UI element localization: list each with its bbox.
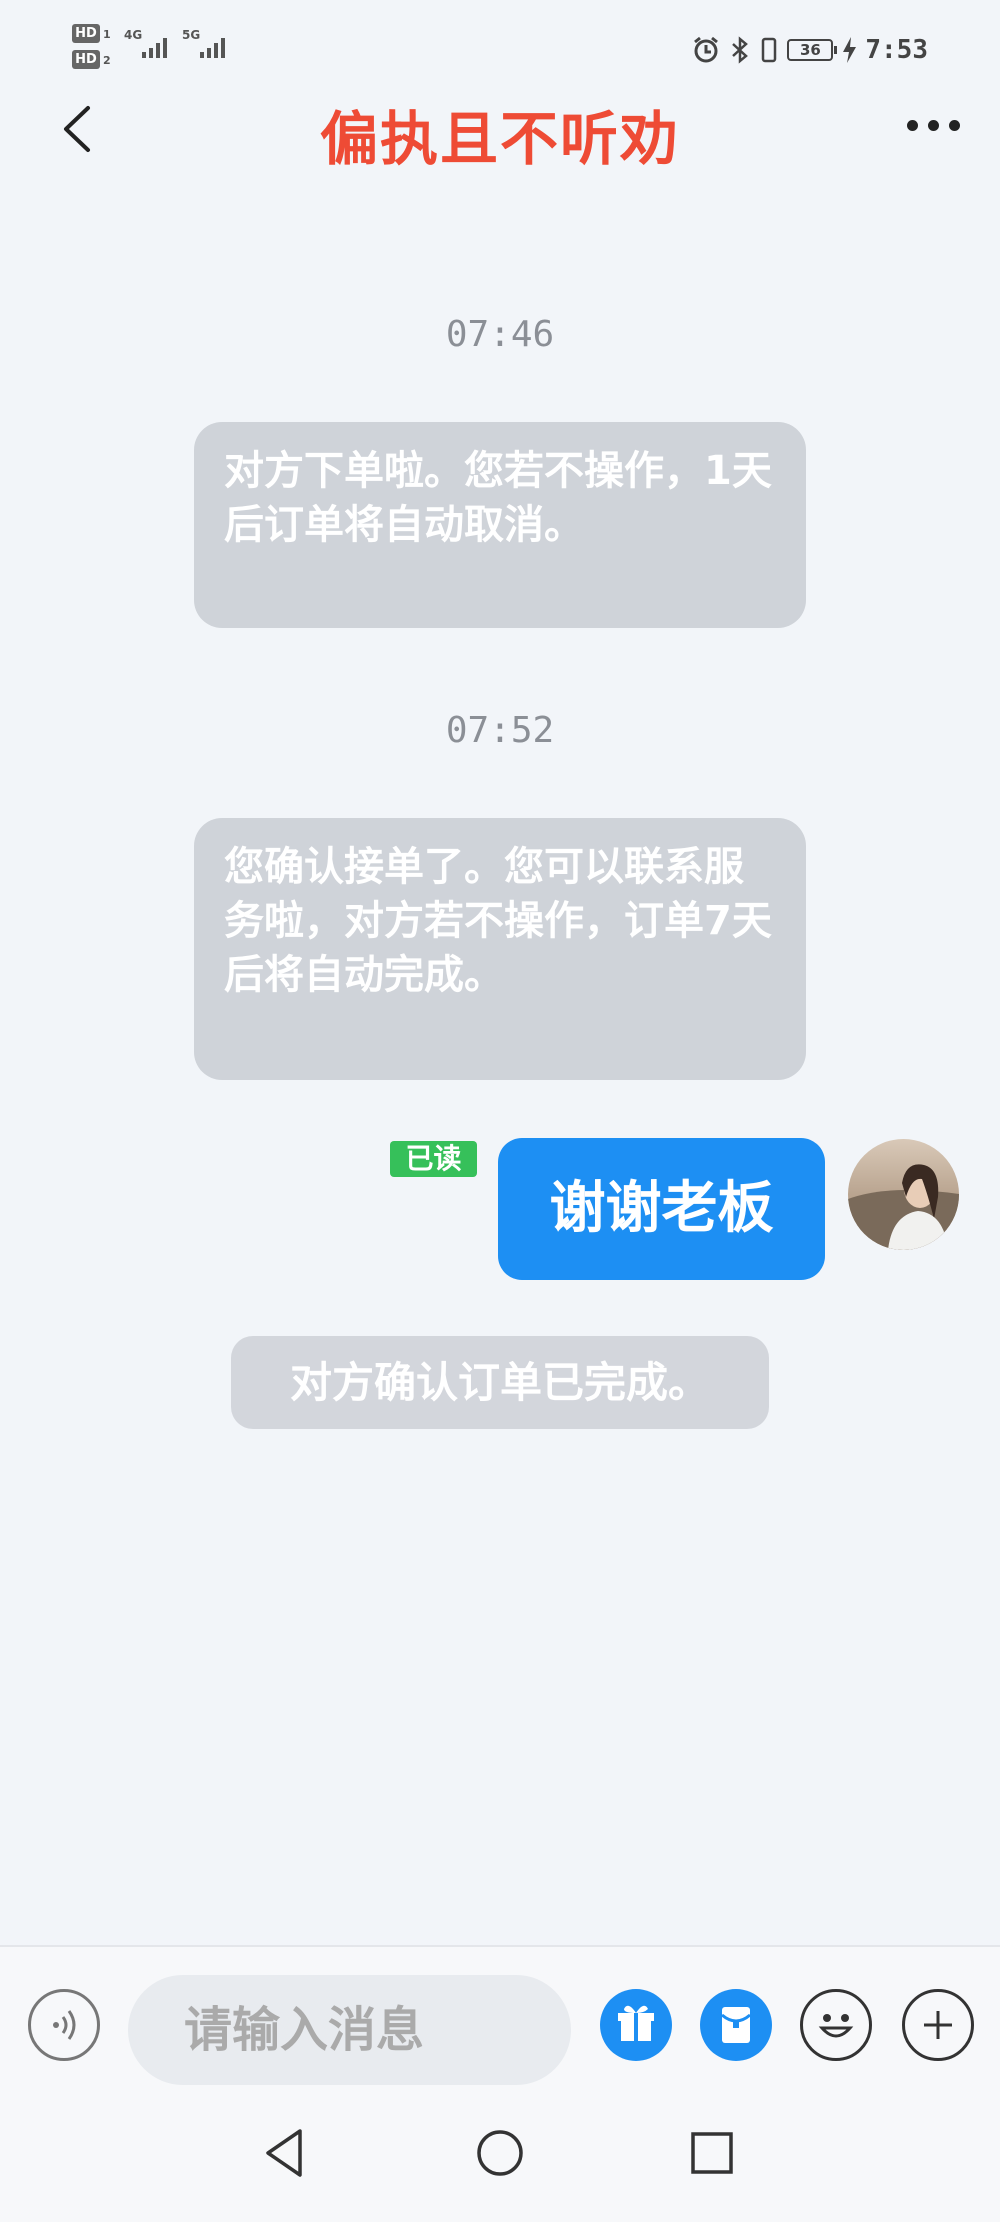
system-message-bubble: 您确认接单了。您可以联系服务啦，对方若不操作，订单7天后将自动完成。 — [194, 818, 806, 1080]
emoji-button[interactable] — [800, 1989, 872, 2061]
alarm-icon — [694, 36, 719, 63]
bluetooth-icon — [732, 36, 749, 64]
message-input[interactable] — [128, 1975, 571, 2085]
vibrate-icon — [762, 37, 777, 63]
voice-button[interactable] — [28, 1989, 100, 2061]
message-timestamp: 07:52 — [445, 710, 555, 751]
signal-bars-icon — [200, 34, 225, 58]
sent-message-bubble[interactable]: 谢谢老板 — [498, 1138, 825, 1280]
square-recents-icon — [691, 2132, 733, 2174]
charging-icon — [843, 37, 857, 63]
chat-header: 偏执且不听劝 — [0, 100, 1000, 230]
more-dots-icon — [949, 120, 960, 131]
system-nav-bar — [0, 2085, 1000, 2222]
red-packet-icon — [721, 2007, 751, 2043]
emoji-icon — [818, 2014, 854, 2038]
signal-bars-icon — [142, 34, 167, 58]
avatar-photo — [848, 1139, 959, 1250]
triangle-back-icon — [266, 2129, 302, 2177]
order-complete-note: 对方确认订单已完成。 — [231, 1336, 769, 1429]
status-right: 36 7:53 — [691, 30, 928, 70]
gift-button[interactable] — [600, 1989, 672, 2061]
more-actions-button[interactable] — [902, 1989, 974, 2061]
page-title: 偏执且不听劝 — [319, 105, 680, 173]
plus-icon — [924, 2011, 952, 2039]
network-5g-label: 5G — [182, 28, 201, 42]
message-timestamp: 07:46 — [445, 314, 555, 355]
avatar[interactable] — [848, 1139, 959, 1250]
circle-home-icon — [477, 2130, 523, 2176]
red-packet-button[interactable] — [700, 1989, 772, 2061]
signal-indicators: HD 1 HD 2 4G 5G — [72, 20, 242, 80]
read-status-badge: 已读 — [390, 1141, 477, 1177]
voice-icon — [53, 2010, 76, 2040]
more-dots-icon — [928, 120, 939, 131]
hd-badge-sim2: HD — [72, 50, 100, 69]
nav-recents-button[interactable] — [682, 2123, 742, 2183]
hd-badge-sim1: HD — [72, 24, 100, 43]
sim1-number: 1 — [103, 28, 111, 41]
input-bar — [0, 1945, 1000, 2087]
network-4g-label: 4G — [124, 28, 143, 42]
more-button[interactable] — [907, 120, 960, 131]
battery-icon: 36 — [787, 39, 838, 61]
nav-home-button[interactable] — [470, 2123, 530, 2183]
system-message-bubble: 对方下单啦。您若不操作，1天后订单将自动取消。 — [194, 422, 806, 628]
more-dots-icon — [907, 120, 918, 131]
nav-back-button[interactable] — [256, 2123, 316, 2183]
gift-icon — [618, 2005, 654, 2041]
status-time: 7:53 — [865, 35, 928, 65]
status-bar: HD 1 HD 2 4G 5G 36 7:53 — [0, 0, 1000, 100]
sim2-number: 2 — [103, 54, 111, 67]
